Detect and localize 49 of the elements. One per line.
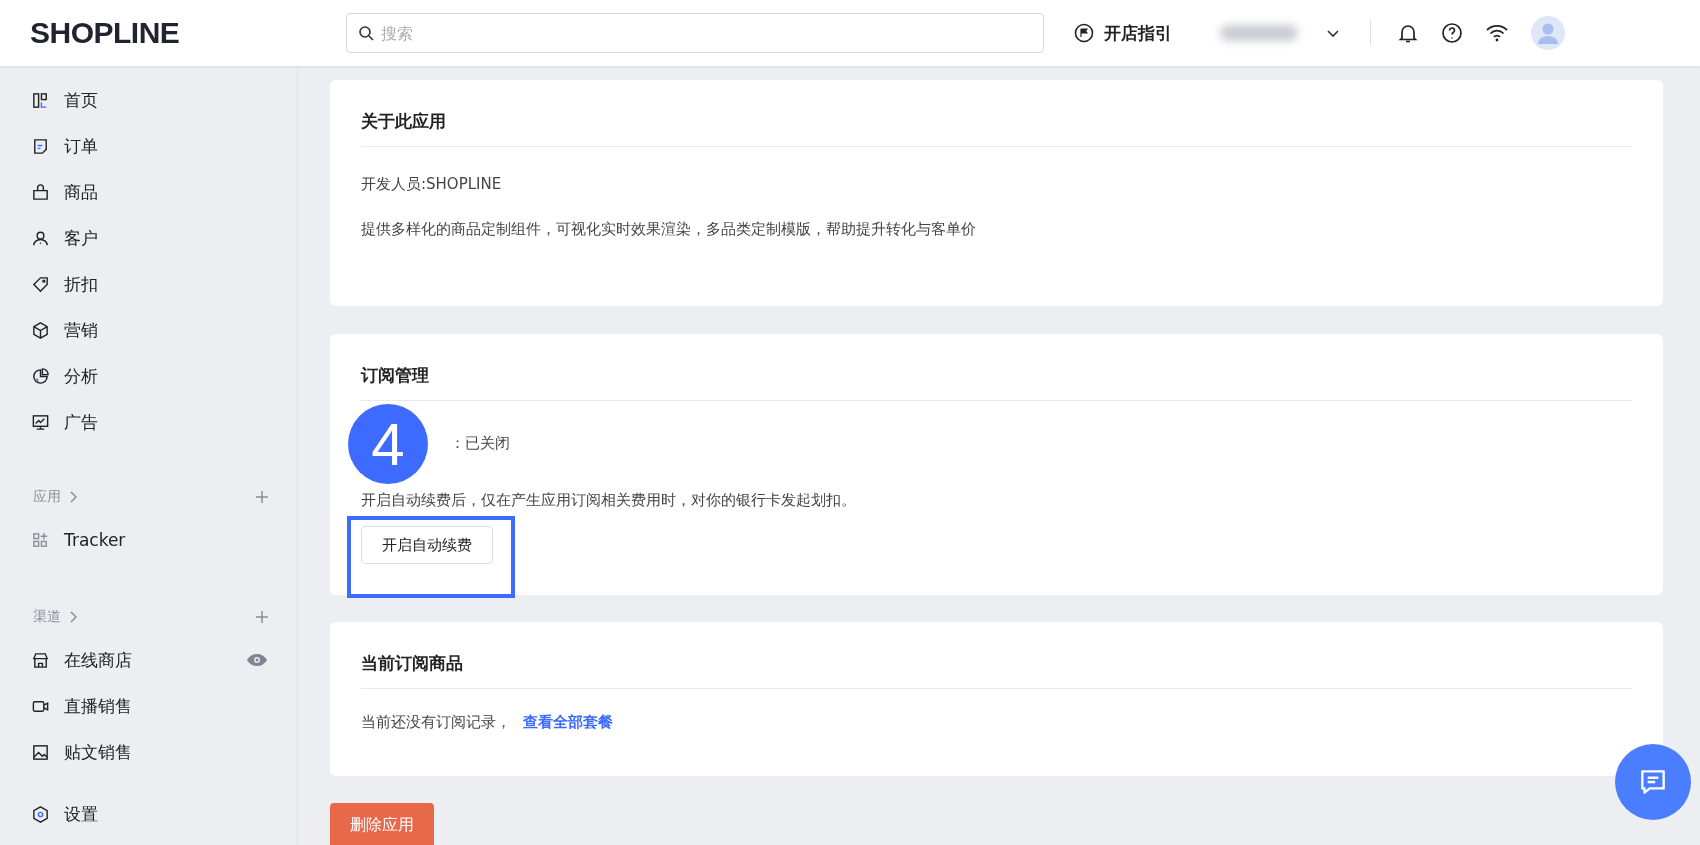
flag-icon [1074,23,1094,43]
nav-item[interactable]: 在线商店 [0,637,297,683]
developer-text: 开发人员:SHOPLINE [361,174,503,194]
nav-item[interactable]: 营销 [0,307,297,353]
plus-icon[interactable] [255,610,269,624]
nav-item[interactable]: 直播销售 [0,683,297,729]
nav-item[interactable]: 广告 [0,399,297,445]
auto-renew-button[interactable]: 开启自动续费 [361,526,493,564]
empty-text: 当前还没有订阅记录， [361,713,511,731]
logo[interactable]: SHOPLINE [30,16,346,50]
cube-icon [31,320,50,340]
bag-icon [31,182,50,202]
bell-icon[interactable] [1397,22,1419,44]
card-title: 关于此应用 [361,110,447,132]
avatar[interactable] [1531,16,1565,50]
nav-item[interactable]: 订单 [0,123,297,169]
wifi-icon[interactable] [1485,23,1509,43]
step-badge: 4 [348,404,428,484]
nav-item[interactable]: 首页 [0,77,297,123]
guide-link[interactable]: 开店指引 [1104,21,1172,45]
nav-item[interactable]: 折扣 [0,261,297,307]
nav-item[interactable]: 商品 [0,169,297,215]
pie-chart-icon [31,366,50,386]
dashboard-icon [31,90,50,110]
nav-item[interactable]: 设置 [0,791,297,837]
chevron-right-icon[interactable] [69,491,77,503]
plus-icon[interactable] [255,490,269,504]
document-icon [31,136,50,156]
nav-item[interactable]: 客户 [0,215,297,261]
view-plans-link[interactable]: 查看全部套餐 [523,713,613,731]
monitor-icon [31,412,50,432]
store-icon [31,650,50,670]
description-text: 提供多样化的商品定制组件，可视化实时效果渲染，多品类定制模版，帮助提升转化与客单价 [361,219,977,239]
help-icon[interactable] [1441,22,1463,44]
nav-item[interactable]: 贴文销售 [0,729,297,775]
note-text: 开启自动续费后，仅在产生应用订阅相关费用时，对你的银行卡发起划扣。 [361,490,857,510]
status-text: ：已关闭 [450,434,510,453]
search-icon [358,25,374,41]
nav-item[interactable]: 分析 [0,353,297,399]
nav-item[interactable]: Tracker [0,517,297,563]
card-title: 当前订阅商品 [361,652,464,674]
search-field[interactable]: 搜索 [346,13,1044,53]
chevron-right-icon[interactable] [69,611,77,623]
grid-icon [31,530,50,550]
hexagon-icon [31,804,50,824]
image-icon [31,742,50,762]
card-title: 订阅管理 [361,364,430,386]
tag-icon [31,274,50,294]
eye-icon[interactable] [246,653,268,667]
